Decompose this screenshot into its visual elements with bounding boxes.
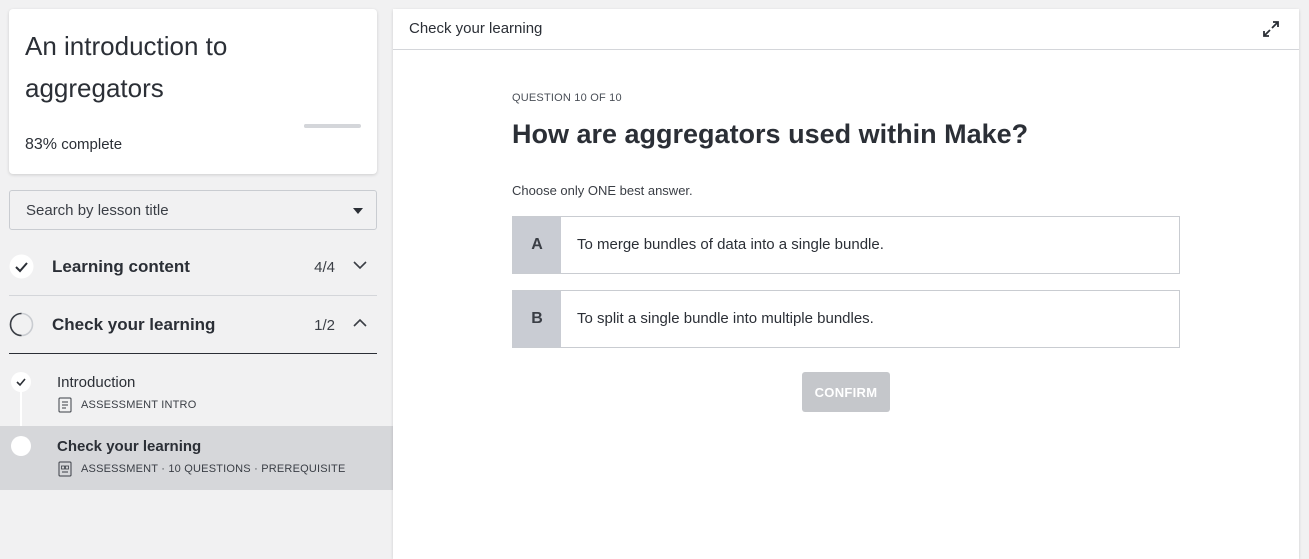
- main-header: Check your learning: [393, 9, 1299, 50]
- lesson-name: Introduction: [57, 374, 136, 391]
- section-check-your-learning[interactable]: Check your learning 1/2: [9, 296, 377, 354]
- main-header-title: Check your learning: [409, 20, 543, 37]
- progress-percent: 83%: [25, 136, 58, 153]
- option-letter: B: [513, 291, 561, 347]
- search-placeholder: Search by lesson title: [26, 202, 169, 219]
- section-count: 1/2: [314, 317, 335, 334]
- progress-bar-fill: [304, 124, 352, 128]
- answer-option-b[interactable]: B To split a single bundle into multiple…: [512, 290, 1180, 348]
- expand-icon[interactable]: [1261, 19, 1281, 39]
- progress-text: 83% complete: [25, 136, 122, 154]
- lesson-item-check-your-learning[interactable]: Check your learning ASSESSMENT · 10 QUES…: [0, 426, 393, 490]
- lesson-search-dropdown[interactable]: Search by lesson title: [9, 190, 377, 230]
- option-text: To split a single bundle into multiple b…: [577, 310, 874, 327]
- progress-ring-icon: [9, 312, 34, 337]
- lesson-item-introduction[interactable]: Introduction ASSESSMENT INTRO: [0, 362, 393, 426]
- lesson-meta: ASSESSMENT INTRO: [81, 399, 197, 411]
- main-panel: Check your learning QUESTION 10 OF 10 Ho…: [393, 9, 1299, 559]
- caret-down-icon: [353, 208, 363, 214]
- lesson-meta: ASSESSMENT · 10 QUESTIONS · PREREQUISITE: [81, 463, 346, 475]
- answer-option-a[interactable]: A To merge bundles of data into a single…: [512, 216, 1180, 274]
- check-icon: [9, 254, 34, 279]
- option-text: To merge bundles of data into a single b…: [577, 236, 884, 253]
- progress-suffix: complete: [61, 136, 123, 153]
- chevron-down-icon[interactable]: [351, 256, 369, 274]
- section-title: Learning content: [52, 257, 190, 276]
- option-letter: A: [513, 217, 561, 273]
- course-title: An introduction to aggregators: [25, 31, 228, 103]
- progress-bar: [304, 124, 361, 128]
- section-title: Check your learning: [52, 315, 216, 334]
- lesson-name: Check your learning: [57, 438, 202, 455]
- document-icon: [58, 397, 72, 413]
- quiz-icon: [58, 461, 72, 477]
- question-counter: QUESTION 10 OF 10: [512, 92, 622, 104]
- question-title: How are aggregators used within Make?: [512, 119, 1029, 149]
- check-icon: [11, 372, 31, 392]
- question-instruction: Choose only ONE best answer.: [512, 183, 693, 198]
- section-count: 4/4: [314, 259, 335, 276]
- sidebar: An introduction to aggregators 83% compl…: [0, 0, 393, 559]
- course-card: An introduction to aggregators 83% compl…: [9, 9, 377, 174]
- confirm-button[interactable]: CONFIRM: [802, 372, 890, 412]
- section-learning-content[interactable]: Learning content 4/4: [9, 238, 377, 296]
- current-lesson-dot: [11, 436, 31, 456]
- chevron-up-icon[interactable]: [351, 314, 369, 332]
